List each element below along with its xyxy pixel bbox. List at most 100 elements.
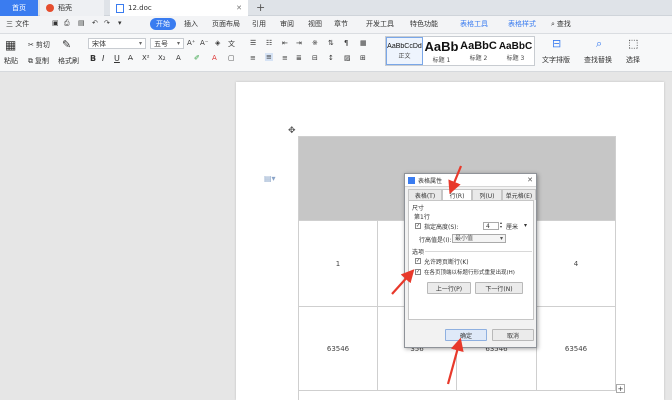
- indent-icon[interactable]: ⇥: [296, 39, 302, 47]
- find-replace-icon[interactable]: ⌕: [596, 37, 602, 51]
- chinese-layout-icon[interactable]: ※: [312, 39, 318, 47]
- menu-chapter[interactable]: 章节: [334, 19, 348, 29]
- table-cell[interactable]: 1: [299, 221, 378, 307]
- borders-icon[interactable]: ⊞: [360, 54, 366, 62]
- bullet-list-icon[interactable]: ☰: [250, 39, 256, 47]
- table-cell[interactable]: 4: [537, 221, 616, 307]
- cancel-button[interactable]: 取消: [492, 329, 534, 341]
- menu-dev-tools[interactable]: 开发工具: [366, 19, 394, 29]
- table-move-handle-icon[interactable]: ✥: [288, 126, 296, 136]
- table-cell[interactable]: 63546: [299, 307, 378, 391]
- table-cell[interactable]: 63546: [537, 307, 616, 391]
- phonetic-icon[interactable]: 文: [228, 39, 235, 49]
- border-icon[interactable]: ▦: [360, 39, 367, 47]
- paste-button[interactable]: 粘贴: [4, 56, 18, 66]
- text-effect-icon[interactable]: A: [176, 54, 181, 62]
- select-icon[interactable]: ⬚: [628, 37, 638, 50]
- tab-document[interactable]: 12.doc ✕: [110, 0, 248, 16]
- shrink-font-icon[interactable]: A⁻: [200, 39, 208, 47]
- menu-special[interactable]: 特色功能: [410, 19, 438, 29]
- new-tab-icon[interactable]: +: [256, 1, 265, 14]
- menu-view[interactable]: 视图: [308, 19, 322, 29]
- format-painter-button[interactable]: 格式刷: [58, 56, 79, 66]
- style-heading-2[interactable]: AaBbC 标题 2: [460, 37, 497, 65]
- tab-column[interactable]: 列(U): [472, 189, 502, 200]
- row-height-mode-select[interactable]: 最小值 ▾: [452, 234, 506, 243]
- clear-format-icon[interactable]: ◈: [215, 39, 220, 47]
- next-row-button[interactable]: 下一行(N): [475, 282, 523, 294]
- distributed-icon[interactable]: ⊟: [312, 54, 318, 62]
- menu-start[interactable]: 开始: [150, 18, 176, 30]
- redo-icon[interactable]: ↷: [104, 19, 110, 27]
- font-size-select[interactable]: 五号 ▾: [150, 38, 184, 49]
- select-button[interactable]: 选择: [626, 55, 640, 65]
- paste-icon[interactable]: ▦: [5, 38, 16, 52]
- style-heading-1[interactable]: AaBb 标题 1: [423, 37, 460, 65]
- dialog-title-bar[interactable]: 表格属性 ✕: [405, 174, 536, 187]
- highlight-icon[interactable]: ✐: [194, 54, 200, 62]
- outdent-icon[interactable]: ⇤: [282, 39, 288, 47]
- font-color-icon[interactable]: A: [212, 54, 217, 62]
- text-layout-button[interactable]: 文字排版: [542, 55, 570, 65]
- superscript-icon[interactable]: X²: [142, 54, 150, 62]
- justify-icon[interactable]: ≣: [296, 54, 302, 62]
- shading-icon[interactable]: ▨: [344, 54, 351, 62]
- undo-icon[interactable]: ↶: [92, 19, 98, 27]
- prev-row-button[interactable]: 上一行(P): [427, 282, 471, 294]
- search-icon: ⌕: [551, 19, 555, 28]
- align-left-icon[interactable]: ≡: [250, 54, 256, 62]
- add-row-icon[interactable]: +: [616, 384, 625, 393]
- height-input[interactable]: 4: [483, 222, 499, 230]
- number-list-icon[interactable]: ☷: [266, 39, 272, 47]
- menu-table-tools[interactable]: 表格工具: [460, 19, 488, 29]
- copy-button[interactable]: ⧉ 复制: [28, 56, 49, 66]
- save-icon[interactable]: ▣: [52, 19, 59, 27]
- subscript-icon[interactable]: X₂: [158, 54, 166, 62]
- find-replace-button[interactable]: 查找替换: [584, 55, 612, 65]
- menu-file[interactable]: 三 文件: [6, 19, 29, 29]
- show-marks-icon[interactable]: ¶: [344, 39, 348, 47]
- print-icon[interactable]: ⎙: [64, 19, 70, 28]
- menu-review[interactable]: 审阅: [280, 19, 294, 29]
- italic-button[interactable]: I: [102, 54, 104, 63]
- menu-table-style[interactable]: 表格样式: [508, 19, 536, 29]
- align-right-icon[interactable]: ≡: [282, 54, 288, 62]
- style-heading-3[interactable]: AaBbC 标题 3: [497, 37, 534, 65]
- style-gallery: AaBbCcDd 正文 AaBb 标题 1 AaBbC 标题 2 AaBbC 标…: [385, 36, 535, 66]
- dialog-title: 表格属性: [418, 177, 443, 185]
- strikethrough-icon[interactable]: A̶: [128, 54, 133, 62]
- menu-layout[interactable]: 页面布局: [212, 19, 240, 29]
- font-name-select[interactable]: 宋体 ▾: [88, 38, 146, 49]
- style-normal[interactable]: AaBbCcDd 正文: [386, 37, 423, 65]
- close-icon[interactable]: ✕: [527, 176, 533, 184]
- height-unit[interactable]: 厘米: [506, 222, 518, 231]
- more-icon[interactable]: ▾: [118, 19, 122, 27]
- text-layout-icon[interactable]: ⊟: [552, 37, 561, 50]
- char-border-icon[interactable]: ▢: [228, 54, 235, 62]
- cut-button[interactable]: ✂ 剪切: [28, 40, 50, 50]
- menu-insert[interactable]: 插入: [184, 19, 198, 29]
- tab-cell[interactable]: 单元格(E): [502, 189, 536, 200]
- underline-button[interactable]: U: [114, 54, 120, 63]
- close-tab-icon[interactable]: ✕: [236, 4, 242, 12]
- ok-button[interactable]: 确定: [445, 329, 487, 341]
- tab-table[interactable]: 表格(T): [408, 189, 442, 200]
- spinner-arrows-icon[interactable]: ▴ ▾: [500, 221, 504, 229]
- brush-icon[interactable]: ✎: [62, 38, 71, 51]
- align-center-icon[interactable]: ≡: [265, 53, 273, 61]
- tab-dao[interactable]: 稻壳: [40, 0, 104, 16]
- bold-button[interactable]: B: [90, 54, 96, 63]
- search-box[interactable]: ⌕ 查找: [551, 19, 571, 29]
- grow-font-icon[interactable]: A⁺: [187, 39, 195, 47]
- document-icon: [116, 3, 124, 13]
- allow-break-checkbox[interactable]: ✓: [415, 258, 421, 264]
- repeat-header-label: 在各页顶端以标题行形式重复出现(H): [424, 270, 515, 276]
- tab-home[interactable]: 首页: [0, 0, 38, 16]
- line-spacing-icon[interactable]: ↕: [328, 54, 334, 62]
- repeat-header-checkbox[interactable]: ✓: [415, 269, 421, 275]
- unit-chevron-icon[interactable]: ▾: [524, 222, 527, 229]
- sort-icon[interactable]: ⇅: [328, 39, 334, 47]
- specify-height-checkbox[interactable]: ✓: [415, 223, 421, 229]
- preview-icon[interactable]: ▤: [78, 19, 85, 27]
- menu-reference[interactable]: 引用: [252, 19, 266, 29]
